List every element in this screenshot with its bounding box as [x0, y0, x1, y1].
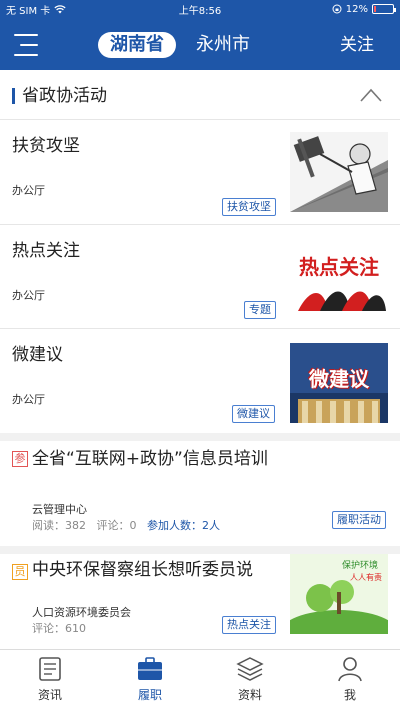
flag-graphic-icon	[298, 291, 386, 311]
comment-count: 0	[129, 519, 137, 532]
tab-label: 资料	[237, 688, 262, 702]
item-thumbnail: 热点关注	[290, 241, 388, 321]
item-tag[interactable]: 扶贫攻坚	[222, 198, 276, 216]
item-source: 云管理中心	[32, 503, 87, 516]
item-title: 中央环保督察组长想听委员说	[32, 560, 253, 580]
section-gap	[0, 546, 400, 554]
item-tag[interactable]: 微建议	[232, 405, 275, 423]
tab-news[interactable]: 资讯	[0, 650, 100, 709]
list-item[interactable]: 参 全省“互联网+政协”信息员培训 云管理中心 阅读：382 评论：0 参加人数…	[0, 441, 400, 546]
tab-me[interactable]: 我	[300, 650, 400, 709]
item-source: 办公厅	[12, 289, 45, 302]
battery-percent: 12%	[345, 3, 368, 15]
tab-label: 我	[343, 688, 356, 702]
rotation-lock-icon	[332, 4, 342, 14]
province-selector[interactable]: 湖南省	[98, 32, 176, 58]
item-tag[interactable]: 专题	[244, 301, 276, 319]
comment-count: 610	[65, 622, 86, 635]
section-accent-bar	[12, 88, 15, 104]
section-title: 省政协活动	[22, 86, 107, 106]
carrier-label: 无 SIM 卡	[6, 5, 51, 17]
bottom-tab-bar: 资讯 履职 资料 我	[0, 649, 400, 709]
list-item[interactable]: 员 中央环保督察组长想听委员说 人口资源环境委员会 评论：610 热点关注 保护…	[0, 554, 400, 648]
read-label: 阅读	[32, 519, 54, 532]
item-title: 微建议	[12, 345, 63, 365]
item-thumbnail: 保护环境 人人有责	[290, 554, 388, 634]
join-label: 参加人数	[147, 519, 191, 532]
wifi-icon	[54, 4, 66, 13]
item-meta: 评论：610	[32, 622, 86, 635]
tab-label: 资讯	[37, 688, 62, 702]
city-selector[interactable]: 永州市	[196, 32, 250, 58]
chevron-up-icon[interactable]	[360, 88, 382, 102]
item-thumbnail: 微建议	[290, 343, 388, 423]
menu-icon[interactable]	[14, 34, 40, 56]
battery-icon	[372, 4, 396, 14]
person-icon	[338, 657, 362, 682]
news-icon	[39, 657, 61, 681]
item-source: 办公厅	[12, 184, 45, 197]
section-gap	[0, 433, 400, 441]
follow-button[interactable]: 关注	[340, 32, 374, 58]
item-title: 扶贫攻坚	[12, 136, 80, 156]
comment-label: 评论	[32, 622, 54, 635]
section-header: 省政协活动	[0, 72, 400, 120]
list-item[interactable]: 扶贫攻坚 办公厅 扶贫攻坚	[0, 120, 400, 224]
micro-suggestion-image-text: 微建议	[309, 367, 369, 391]
item-source: 办公厅	[12, 393, 45, 406]
join-count: 2人	[202, 519, 220, 532]
item-thumbnail	[290, 132, 388, 212]
item-title: 全省“互联网+政协”信息员培训	[32, 449, 268, 469]
briefcase-icon	[138, 657, 162, 680]
tab-label: 履职	[137, 688, 162, 702]
svg-text:人人有责: 人人有责	[350, 572, 382, 582]
tab-materials[interactable]: 资料	[200, 650, 300, 709]
tab-duties[interactable]: 履职	[100, 650, 200, 709]
item-tag[interactable]: 履职活动	[332, 511, 386, 529]
read-count: 382	[65, 519, 86, 532]
list-item[interactable]: 微建议 办公厅 微建议 微建议	[0, 329, 400, 433]
comment-label: 评论	[96, 519, 119, 532]
svg-text:保护环境: 保护环境	[342, 559, 378, 571]
status-bar: 无 SIM 卡 上午8:56 12%	[0, 0, 400, 18]
layers-icon	[236, 657, 264, 681]
nav-row: 湖南省 永州市 关注	[0, 22, 400, 68]
item-badge: 参	[12, 451, 28, 467]
item-badge: 员	[12, 564, 28, 580]
item-title: 热点关注	[12, 241, 80, 261]
poverty-cartoon-image	[290, 132, 388, 212]
list-item[interactable]: 热点关注 办公厅 专题 热点关注	[0, 225, 400, 328]
item-tag[interactable]: 热点关注	[222, 616, 276, 634]
item-source: 人口资源环境委员会	[32, 606, 131, 619]
green-nature-image: 保护环境 人人有责	[290, 554, 388, 634]
top-bar: 无 SIM 卡 上午8:56 12% 湖南省 永州市 关注	[0, 0, 400, 70]
item-meta: 阅读：382 评论：0 参加人数：2人	[32, 519, 220, 532]
